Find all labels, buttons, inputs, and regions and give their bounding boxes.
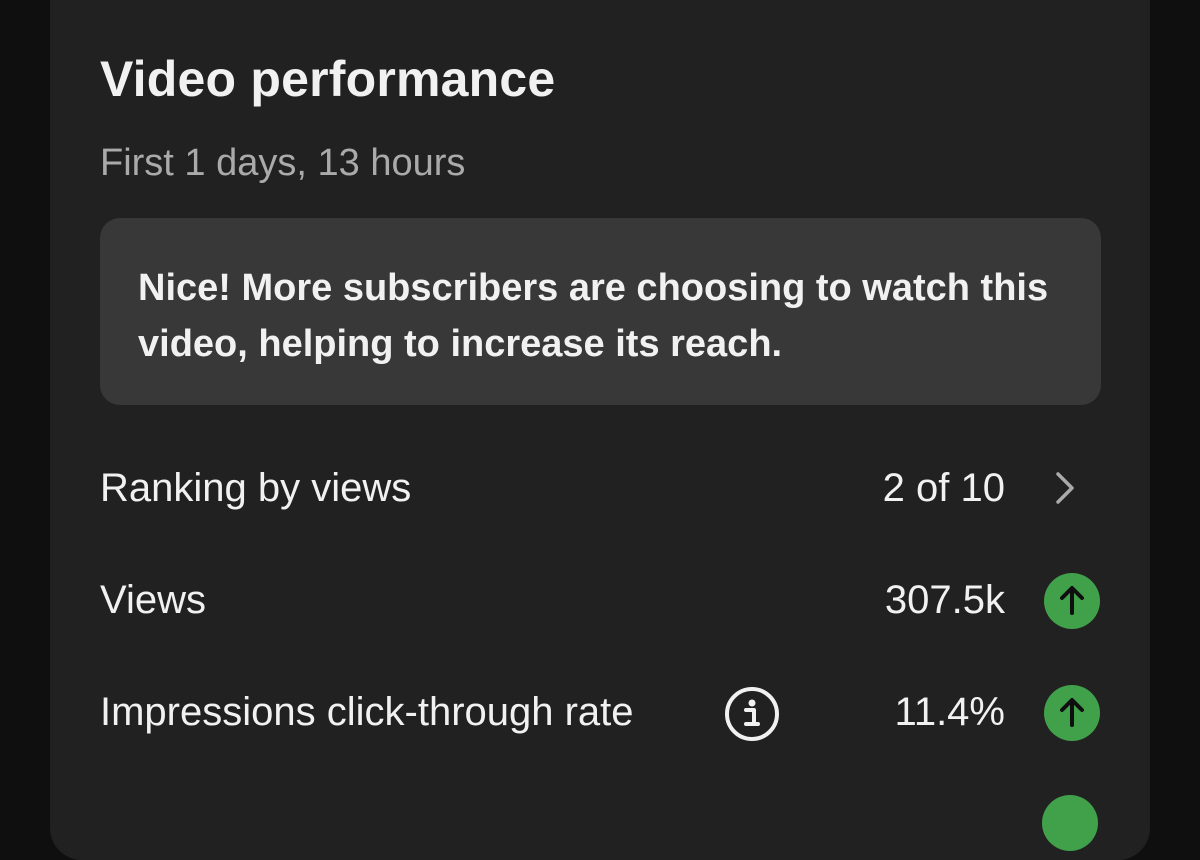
next-row-trend-icon xyxy=(1042,795,1098,851)
arrow-up-icon xyxy=(1044,573,1100,629)
arrow-up-icon xyxy=(1044,685,1100,741)
chevron-right-icon[interactable] xyxy=(1044,466,1088,510)
ranking-label: Ranking by views xyxy=(100,466,412,510)
info-icon[interactable] xyxy=(724,686,780,742)
ranking-value: 2 of 10 xyxy=(882,466,1005,510)
card-title: Video performance xyxy=(100,51,556,107)
ranking-by-views-row[interactable]: Ranking by views 2 of 10 xyxy=(100,458,1100,518)
ctr-value: 11.4% xyxy=(894,690,1005,734)
card-subtitle: First 1 days, 13 hours xyxy=(100,142,466,184)
views-label: Views xyxy=(100,578,206,622)
views-value: 307.5k xyxy=(884,578,1005,622)
views-row: Views 307.5k xyxy=(100,570,1100,630)
insight-message: Nice! More subscribers are choosing to w… xyxy=(100,218,1101,405)
ctr-label: Impressions click-through rate xyxy=(100,690,634,734)
impressions-ctr-row: Impressions click-through rate 11.4% xyxy=(100,682,1100,742)
